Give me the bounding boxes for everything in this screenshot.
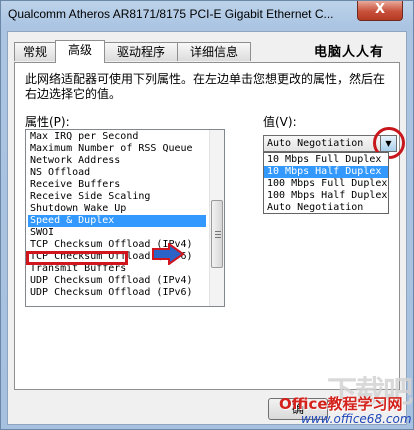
property-list[interactable]: Max IRQ per Second Maximum Number of RSS… [25,129,225,307]
close-icon: X [374,2,386,17]
dropdown-option[interactable]: 100 Mbps Full Duplex [264,178,388,190]
office-watermark: Office教程学习网 [279,395,403,413]
grip-line [215,237,221,238]
tab-label: 驱动程序 [116,45,165,59]
value-dropdown-list[interactable]: 10 Mbps Full Duplex 10 Mbps Half Duplex … [263,152,389,214]
title-bar[interactable]: Qualcomm Atheros AR8171/8175 PCI-E Gigab… [1,1,413,31]
dropdown-option[interactable]: Auto Negotiation [264,202,388,214]
list-item[interactable]: Maximum Number of RSS Queue [30,143,193,155]
dialog-client: 常规 高级 驱动程序 详细信息 电脑人人有 此网络适配器可使用下列属性。在左边单… [7,31,407,425]
brand-caption: 电脑人人有 [314,45,385,60]
tab-details[interactable]: 详细信息 [177,42,251,61]
close-button[interactable]: X [357,1,403,21]
pointer-arrow-icon [152,243,185,265]
list-item[interactable]: Receive Side Scaling [30,191,150,203]
list-item[interactable]: Receive Buffers [30,179,120,191]
list-item[interactable]: Max IRQ per Second [30,131,138,143]
list-item[interactable]: UDP Checksum Offload (IPv6) [30,287,193,299]
selection-highlight-box [26,251,128,265]
description-text: 此网络适配器可使用下列属性。在左边单击您想更改的属性，然后在右边选择它的值。 [25,72,386,101]
list-item[interactable]: SWOI [30,227,54,239]
dropdown-option-highlighted[interactable]: 10 Mbps Half Duplex [264,166,388,178]
grip-line [215,231,221,232]
list-item[interactable]: Shutdown Wake Up [30,203,126,215]
tab-label: 详细信息 [189,45,238,59]
combobox-value: Auto Negotiation [267,138,364,149]
tab-general[interactable]: 常规 [14,42,56,61]
list-item[interactable]: UDP Checksum Offload (IPv4) [30,275,193,287]
grip-line [215,234,221,235]
tab-label: 常规 [22,45,47,59]
value-label: 值(V): [263,115,297,129]
tab-advanced[interactable]: 高级 [55,40,105,63]
list-item[interactable]: NS Offload [30,167,90,179]
properties-dialog: Qualcomm Atheros AR8171/8175 PCI-E Gigab… [0,0,414,430]
window-title: Qualcomm Atheros AR8171/8175 PCI-E Gigab… [8,7,334,21]
scroll-thumb[interactable] [211,200,223,268]
dropdown-option[interactable]: 100 Mbps Half Duplex [264,190,388,202]
tab-label: 高级 [67,43,92,57]
advanced-panel: 此网络适配器可使用下列属性。在左边单击您想更改的属性，然后在右边选择它的值。 属… [14,62,405,390]
property-label: 属性(P): [25,115,70,129]
list-item[interactable]: Network Address [30,155,120,167]
dropdown-option[interactable]: 10 Mbps Full Duplex [264,154,388,166]
list-scrollbar[interactable] [209,130,224,306]
tab-driver[interactable]: 驱动程序 [104,42,178,61]
list-item-selected[interactable]: Speed & Duplex [28,215,206,227]
office-url-watermark: www.office68.com [301,412,412,426]
